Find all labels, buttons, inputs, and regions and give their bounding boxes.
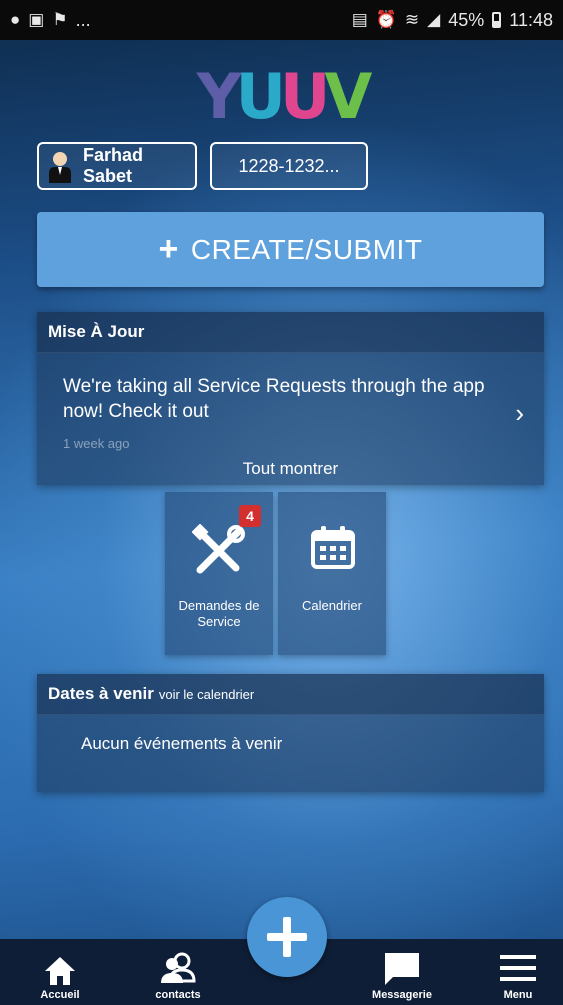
no-events-message: Aucun événements à venir bbox=[81, 734, 283, 753]
view-calendar-link[interactable]: voir le calendrier bbox=[159, 687, 254, 702]
nav-home-label: Accueil bbox=[40, 989, 80, 1001]
plus-icon bbox=[267, 917, 307, 957]
battery-percent: 45% bbox=[448, 9, 485, 30]
signal-icon: ◢ bbox=[427, 10, 441, 29]
calendar-icon bbox=[311, 526, 355, 569]
more-notifications: ... bbox=[75, 9, 91, 30]
hamburger-icon bbox=[500, 955, 536, 981]
notification-badge: 4 bbox=[239, 505, 261, 527]
alarm-icon: ⏰ bbox=[375, 10, 397, 29]
nav-contacts-label: contacts bbox=[155, 989, 201, 1001]
nav-messages-label: Messagerie bbox=[372, 989, 432, 1001]
show-all-link[interactable]: Tout montrer bbox=[37, 459, 544, 479]
user-name: Farhad Sabet bbox=[83, 145, 144, 186]
home-icon bbox=[45, 957, 75, 985]
service-requests-tile[interactable]: 4 Demandes de Service bbox=[165, 492, 273, 655]
update-panel: Mise À Jour We're taking all Service Req… bbox=[37, 312, 544, 485]
chevron-right-icon[interactable]: › bbox=[515, 398, 524, 429]
update-timestamp: 1 week ago bbox=[63, 436, 130, 451]
status-bar: ● ▣ ⚑ ... ▤ ⏰ ≋ ◢ 45% 11:48 bbox=[0, 0, 563, 40]
upcoming-dates-header: Dates à venir voir le calendrier bbox=[37, 674, 544, 715]
logo-letter: V bbox=[324, 60, 372, 133]
flag-notification-icon: ⚑ bbox=[52, 10, 68, 29]
logo-letter: Y bbox=[196, 60, 242, 133]
add-fab-button[interactable] bbox=[247, 897, 327, 977]
nav-menu[interactable]: Menu bbox=[493, 939, 543, 1005]
nav-messages[interactable]: Messagerie bbox=[362, 939, 442, 1005]
contacts-icon bbox=[161, 952, 196, 983]
logo-letter: U bbox=[235, 60, 286, 133]
clock: 11:48 bbox=[509, 9, 553, 30]
tools-icon bbox=[192, 524, 245, 574]
service-requests-label: Demandes de Service bbox=[178, 598, 260, 629]
app-logo: YUUV bbox=[0, 60, 563, 133]
user-account-button[interactable]: Farhad Sabet bbox=[37, 142, 197, 190]
image-notification-icon: ▣ bbox=[28, 10, 45, 29]
nav-menu-label: Menu bbox=[503, 989, 533, 1001]
update-panel-title: Mise À Jour bbox=[37, 312, 544, 353]
status-left: ● ▣ ⚑ ... bbox=[10, 10, 91, 31]
create-submit-label: CREATE/SUBMIT bbox=[190, 233, 423, 265]
calendar-label: Calendrier bbox=[302, 598, 362, 613]
site-code: 1228-1232... bbox=[238, 155, 340, 176]
create-submit-button[interactable]: + CREATE/SUBMIT bbox=[37, 212, 544, 287]
chat-icon bbox=[385, 953, 419, 985]
sim-icon: ▤ bbox=[351, 10, 368, 29]
chat-notification-icon: ● bbox=[10, 10, 21, 29]
plus-icon: + bbox=[158, 230, 179, 268]
update-message[interactable]: We're taking all Service Requests throug… bbox=[63, 374, 503, 424]
logo-letter: U bbox=[279, 60, 330, 133]
upcoming-dates-panel: Dates à venir voir le calendrier Aucun é… bbox=[37, 674, 544, 792]
nav-contacts[interactable]: contacts bbox=[143, 939, 213, 1005]
status-right: ▤ ⏰ ≋ ◢ 45% 11:48 bbox=[352, 10, 553, 31]
upcoming-dates-title: Dates à venir bbox=[48, 684, 154, 703]
user-avatar-icon bbox=[45, 149, 75, 183]
wifi-icon: ≋ bbox=[404, 10, 420, 29]
battery-icon bbox=[492, 12, 502, 28]
site-selector-button[interactable]: 1228-1232... bbox=[210, 142, 368, 190]
nav-home[interactable]: Accueil bbox=[30, 939, 90, 1005]
calendar-tile[interactable]: Calendrier bbox=[278, 492, 386, 655]
